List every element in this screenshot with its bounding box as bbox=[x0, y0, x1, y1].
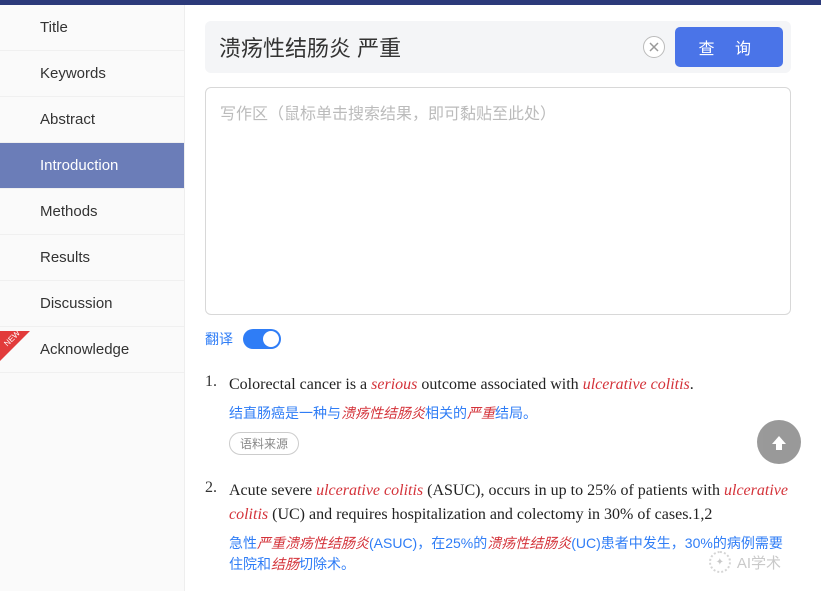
query-button[interactable]: 查 询 bbox=[675, 27, 783, 67]
sidebar-item-discussion[interactable]: Discussion bbox=[0, 281, 184, 327]
close-icon bbox=[649, 42, 659, 52]
result-chinese: 结直肠癌是一种与溃疡性结肠炎相关的严重结局。 bbox=[229, 403, 791, 424]
sidebar-item-introduction[interactable]: Introduction bbox=[0, 143, 184, 189]
sidebar-item-title[interactable]: Title bbox=[0, 5, 184, 51]
sidebar: TitleKeywordsAbstractIntroductionMethods… bbox=[0, 5, 185, 591]
sidebar-item-abstract[interactable]: Abstract bbox=[0, 97, 184, 143]
translate-label: 翻译 bbox=[205, 329, 233, 349]
source-button[interactable]: 语料来源 bbox=[229, 432, 299, 455]
search-input[interactable] bbox=[213, 30, 633, 64]
result-item[interactable]: 1.Colorectal cancer is a serious outcome… bbox=[205, 373, 791, 455]
result-english: Acute severe ulcerative colitis (ASUC), … bbox=[229, 479, 791, 527]
result-item[interactable]: 2.Acute severe ulcerative colitis (ASUC)… bbox=[205, 479, 791, 575]
result-number: 1. bbox=[205, 373, 229, 455]
result-body: Acute severe ulcerative colitis (ASUC), … bbox=[229, 479, 791, 575]
result-body: Colorectal cancer is a serious outcome a… bbox=[229, 373, 791, 455]
clear-search-button[interactable] bbox=[643, 36, 665, 58]
translate-toggle[interactable] bbox=[243, 329, 281, 349]
sidebar-item-results[interactable]: Results bbox=[0, 235, 184, 281]
sidebar-item-methods[interactable]: Methods bbox=[0, 189, 184, 235]
results-list: 1.Colorectal cancer is a serious outcome… bbox=[205, 373, 791, 575]
writing-area[interactable]: 写作区（鼠标单击搜索结果，即可黏贴至此处） bbox=[205, 87, 791, 315]
arrow-up-icon bbox=[767, 430, 791, 454]
result-number: 2. bbox=[205, 479, 229, 575]
sidebar-item-acknowledge[interactable]: Acknowledge bbox=[0, 327, 184, 373]
sidebar-item-keywords[interactable]: Keywords bbox=[0, 51, 184, 97]
result-chinese: 急性严重溃疡性结肠炎(ASUC)，在25%的溃疡性结肠炎(UC)患者中发生，30… bbox=[229, 533, 791, 575]
search-bar: 查 询 bbox=[205, 21, 791, 73]
scroll-top-button[interactable] bbox=[757, 420, 801, 464]
translate-toggle-row: 翻译 bbox=[205, 329, 791, 349]
main-panel: 查 询 写作区（鼠标单击搜索结果，即可黏贴至此处） 翻译 1.Colorecta… bbox=[185, 5, 821, 591]
result-english: Colorectal cancer is a serious outcome a… bbox=[229, 373, 791, 397]
